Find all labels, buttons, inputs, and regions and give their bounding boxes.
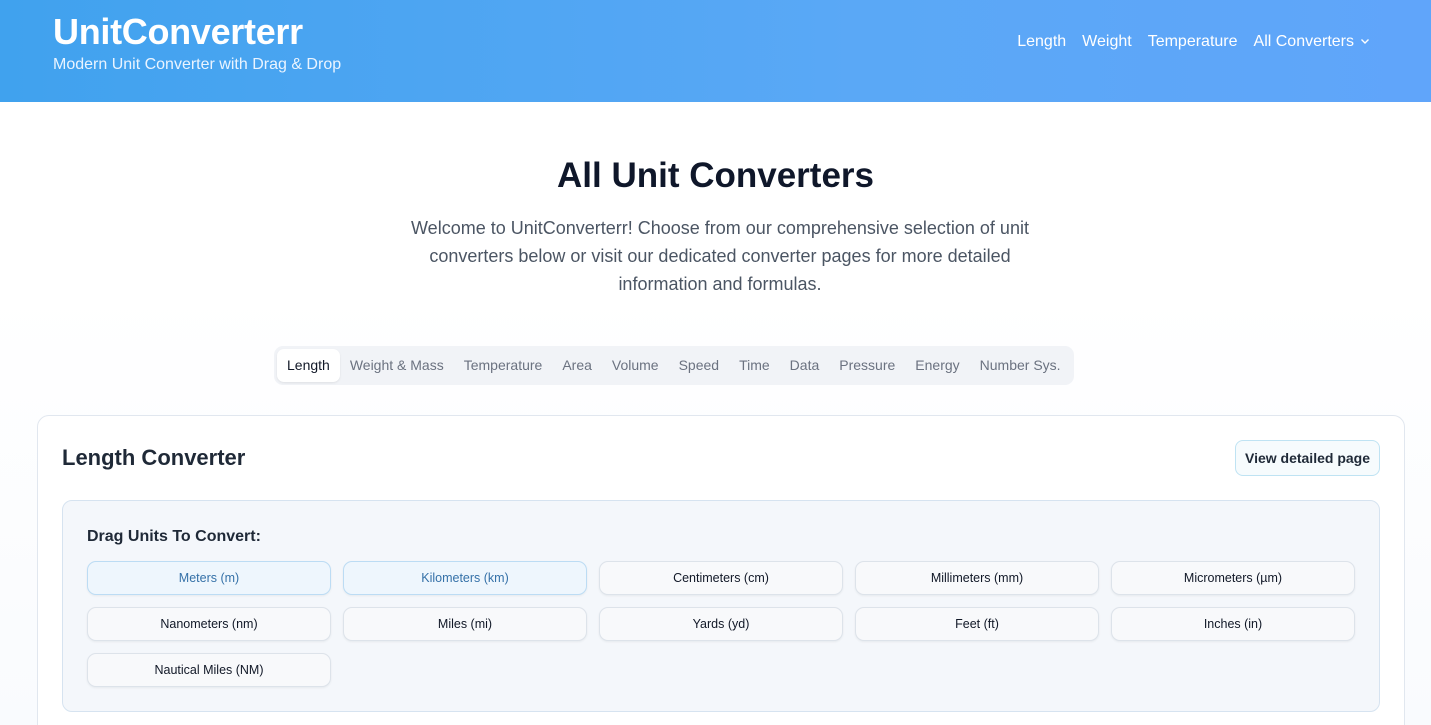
nav-length[interactable]: Length [1017, 33, 1066, 51]
tab-time[interactable]: Time [729, 349, 780, 382]
tab-number-sys[interactable]: Number Sys. [970, 349, 1071, 382]
chevron-down-icon [1360, 33, 1370, 51]
brand-tagline: Modern Unit Converter with Drag & Drop [53, 56, 342, 73]
unit-chip-meters[interactable]: Meters (m) [87, 561, 331, 595]
nav-all-converters[interactable]: All Converters [1254, 33, 1370, 51]
unit-chip-feet[interactable]: Feet (ft) [855, 607, 1099, 641]
view-detailed-page-button[interactable]: View detailed page [1235, 440, 1380, 476]
unit-grid: Meters (m) Kilometers (km) Centimeters (… [87, 561, 1355, 687]
unit-chip-miles[interactable]: Miles (mi) [343, 607, 587, 641]
nav-temperature[interactable]: Temperature [1148, 33, 1238, 51]
unit-chip-inches[interactable]: Inches (in) [1111, 607, 1355, 641]
tab-speed[interactable]: Speed [669, 349, 729, 382]
page-title: All Unit Converters [557, 156, 874, 195]
nav-weight[interactable]: Weight [1082, 33, 1132, 51]
tab-volume[interactable]: Volume [602, 349, 669, 382]
unit-chip-micrometers[interactable]: Micrometers (µm) [1111, 561, 1355, 595]
main-nav: Length Weight Temperature All Converters [1017, 33, 1370, 51]
units-panel: Drag Units To Convert: Meters (m) Kilome… [62, 500, 1380, 712]
unit-chip-millimeters[interactable]: Millimeters (mm) [855, 561, 1099, 595]
drag-units-label: Drag Units To Convert: [87, 528, 261, 545]
unit-chip-centimeters[interactable]: Centimeters (cm) [599, 561, 843, 595]
unit-chip-nautical-miles[interactable]: Nautical Miles (NM) [87, 653, 331, 687]
unit-chip-kilometers[interactable]: Kilometers (km) [343, 561, 587, 595]
converter-title: Length Converter [62, 445, 246, 470]
tab-data[interactable]: Data [780, 349, 830, 382]
unit-chip-nanometers[interactable]: Nanometers (nm) [87, 607, 331, 641]
tab-length[interactable]: Length [277, 349, 340, 382]
tab-weight-mass[interactable]: Weight & Mass [340, 349, 454, 382]
tab-pressure[interactable]: Pressure [829, 349, 905, 382]
brand-title[interactable]: UnitConverterr [53, 11, 303, 53]
tab-temperature[interactable]: Temperature [454, 349, 553, 382]
tab-energy[interactable]: Energy [905, 349, 969, 382]
intro-text: Welcome to UnitConverterr! Choose from o… [411, 218, 1029, 294]
converter-tabs: Length Weight & Mass Temperature Area Vo… [274, 346, 1074, 385]
site-header: UnitConverterr Modern Unit Converter wit… [0, 0, 1431, 102]
unit-chip-yards[interactable]: Yards (yd) [599, 607, 843, 641]
nav-all-converters-label: All Converters [1253, 33, 1354, 51]
length-converter-card: Length Converter View detailed page Drag… [37, 415, 1405, 725]
tab-area[interactable]: Area [552, 349, 602, 382]
